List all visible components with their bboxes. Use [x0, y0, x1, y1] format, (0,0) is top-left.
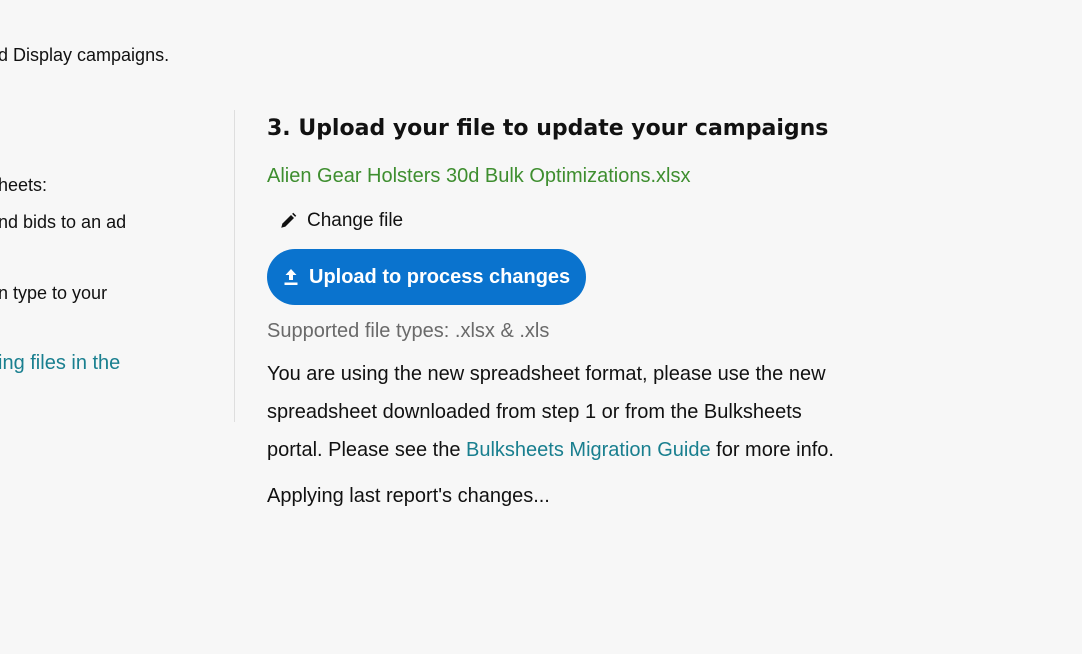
change-file-button[interactable]: Change file: [267, 208, 415, 234]
selected-filename: Alien Gear Holsters 30d Bulk Optimizatio…: [267, 165, 691, 187]
step2-column-partial: heets: nd bids to an ad n type to your i…: [0, 0, 220, 654]
format-notice-text-2: for more info.: [710, 439, 834, 461]
format-notice: You are using the new spreadsheet format…: [267, 355, 857, 469]
migration-guide-link[interactable]: Bulksheets Migration Guide: [466, 439, 711, 461]
upload-to-process-button[interactable]: Upload to process changes: [267, 249, 587, 305]
change-file-label: Change file: [307, 210, 404, 231]
supported-file-types: Supported file types: .xlsx & .xls: [267, 320, 550, 342]
step3-heading: 3. Upload your file to update your campa…: [267, 116, 829, 141]
pencil-icon: [279, 212, 297, 230]
upload-icon: [283, 268, 299, 286]
left-link-line[interactable]: ing files in the: [0, 352, 120, 375]
applying-changes-status: Applying last report's changes...: [267, 485, 550, 507]
column-divider: [234, 110, 235, 422]
left-text-line-1: heets:: [0, 175, 48, 195]
left-text-line-2: nd bids to an ad: [0, 212, 127, 232]
upload-button-label: Upload to process changes: [309, 265, 571, 288]
left-text-line-3: n type to your: [0, 283, 108, 303]
bulk-operations-page: d Display campaigns. heets: nd bids to a…: [0, 0, 1082, 654]
step3-upload-section: 3. Upload your file to update your campa…: [267, 112, 857, 513]
